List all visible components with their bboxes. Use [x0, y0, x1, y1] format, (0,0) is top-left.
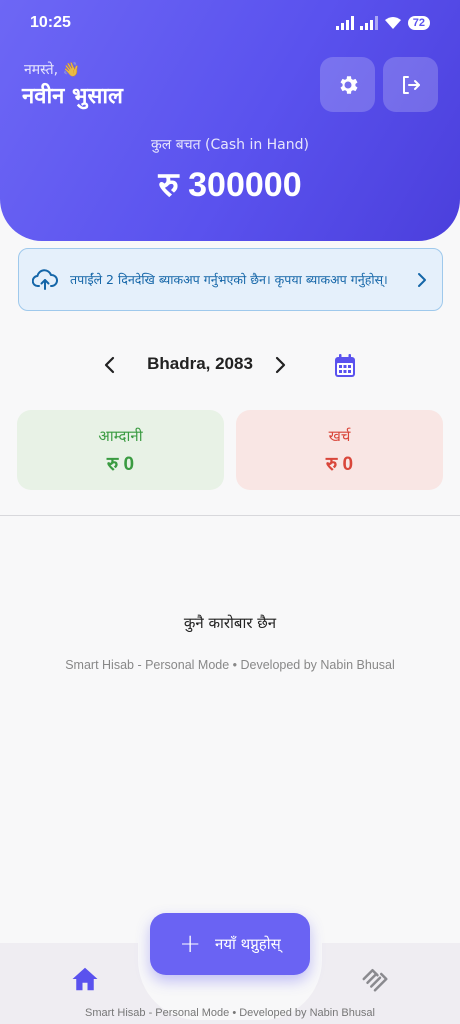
divider: [0, 515, 460, 516]
cloud-upload-icon: [32, 268, 58, 290]
handshake-icon: [362, 969, 388, 992]
battery-icon: 72: [407, 16, 430, 30]
home-icon: [72, 967, 98, 991]
next-month-button[interactable]: [270, 353, 290, 381]
footer-credit: Smart Hisab - Personal Mode • Developed …: [65, 658, 395, 672]
income-card[interactable]: आम्दानी रु 0: [17, 410, 224, 490]
header: 10:25 72 नमस्ते, 👋 नवीन भुसाल कुल बचत (C…: [0, 0, 460, 241]
logout-button[interactable]: [383, 57, 438, 112]
expense-card[interactable]: खर्च रु 0: [236, 410, 443, 490]
chevron-right-icon: [418, 272, 426, 287]
income-value: रु 0: [106, 454, 135, 475]
add-new-button[interactable]: + नयाँ थप्नुहोस्: [150, 913, 310, 975]
add-new-label: नयाँ थप्नुहोस्: [215, 935, 281, 953]
wifi-icon: [384, 17, 401, 29]
signal-icon-2: [359, 16, 378, 30]
bottom-credit: Smart Hisab - Personal Mode • Developed …: [85, 1007, 375, 1019]
income-label: आम्दानी: [98, 427, 143, 445]
calendar-icon: [335, 354, 355, 377]
logout-icon: [402, 75, 420, 94]
nav-brand-button[interactable]: [360, 965, 390, 997]
gear-icon: [340, 75, 357, 94]
settings-button[interactable]: [320, 57, 375, 112]
month-selector: Bhadra, 2083: [0, 345, 460, 385]
greeting: नमस्ते, 👋: [24, 62, 80, 78]
nav-home-button[interactable]: [70, 965, 100, 997]
plus-icon: +: [179, 929, 201, 959]
status-time: 10:25: [30, 14, 71, 31]
cash-label: कुल बचत (Cash in Hand): [151, 137, 309, 153]
cash-value: रु 300000: [158, 166, 302, 204]
chevron-left-icon: [104, 356, 115, 374]
status-bar: 10:25 72: [0, 0, 460, 46]
signal-icon: [335, 16, 354, 30]
username: नवीन भुसाल: [22, 84, 123, 109]
backup-banner-text: तपाईंले 2 दिनदेखि ब्याकअप गर्नुभएको छैन।…: [70, 271, 388, 287]
expense-value: रु 0: [325, 454, 354, 475]
backup-banner[interactable]: तपाईंले 2 दिनदेखि ब्याकअप गर्नुभएको छैन।…: [18, 248, 443, 311]
status-icons: 72: [335, 16, 430, 30]
calendar-button[interactable]: [333, 353, 357, 383]
prev-month-button[interactable]: [100, 353, 120, 381]
empty-state-message: कुनै कारोबार छैन: [183, 614, 277, 632]
month-label: Bhadra, 2083: [147, 354, 253, 373]
expense-label: खर्च: [328, 427, 351, 445]
chevron-right-icon: [275, 356, 286, 374]
